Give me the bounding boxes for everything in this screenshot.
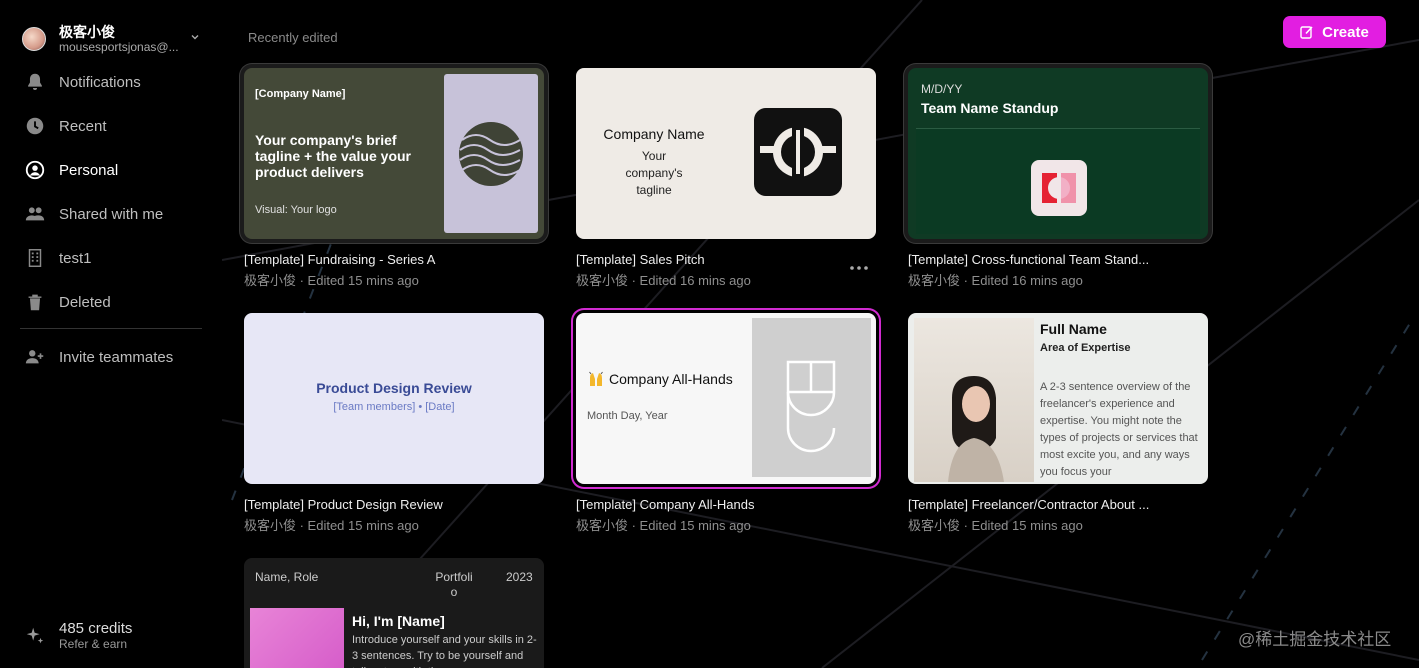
- invite-label: Invite teammates: [59, 348, 174, 366]
- thumb-name-role: Name, Role: [255, 570, 319, 584]
- sidebar-item-notifications[interactable]: Notifications: [0, 60, 222, 104]
- profile-email: mousesportsjonas@...: [59, 40, 179, 54]
- sidebar-item-shared[interactable]: Shared with me: [0, 192, 222, 236]
- logo-icon: [754, 108, 842, 196]
- thumb-date: M/D/YY: [921, 82, 963, 96]
- card-thumbnail[interactable]: Product Design Review [Team members] • […: [244, 313, 544, 484]
- card-thumbnail[interactable]: [Company Name] Your company's brief tagl…: [244, 68, 544, 239]
- thumb-area: Area of Expertise: [1040, 342, 1131, 354]
- thumb-brand: [Company Name]: [255, 88, 346, 100]
- trash-icon: [28, 294, 42, 311]
- credits-count: 485 credits: [59, 620, 133, 637]
- thumb-title: Product Design Review: [316, 380, 472, 396]
- thumb-portfolio: Portfolio: [435, 570, 473, 599]
- user-circle-icon: [25, 160, 45, 180]
- profile-switcher[interactable]: 极客小俊 mousesportsjonas@...: [22, 22, 206, 56]
- sidebar-divider: [20, 328, 202, 329]
- edit-icon: [1300, 26, 1313, 39]
- card-thumbnail[interactable]: Name, Role Portfolio 2023 Hi, I'm [Name]…: [244, 558, 544, 668]
- thumb-side-panel: [752, 318, 871, 477]
- sparkle-icon: [26, 627, 44, 643]
- deck-card[interactable]: Name, Role Portfolio 2023 Hi, I'm [Name]…: [244, 558, 544, 668]
- thumb-pink-block: [250, 608, 344, 668]
- more-options-icon[interactable]: [848, 261, 870, 275]
- raised-hands-icon: [589, 371, 603, 386]
- sidebar-item-label: test1: [59, 249, 92, 267]
- sidebar: 极客小俊 mousesportsjonas@... Notifications …: [0, 0, 222, 668]
- thumb-title-text: Company All-Hands: [609, 371, 733, 387]
- sidebar-item-deleted[interactable]: Deleted: [0, 280, 222, 324]
- thumb-side-panel: [444, 74, 538, 233]
- create-button[interactable]: Create: [1283, 16, 1386, 48]
- card-title[interactable]: [Template] Cross-functional Team Stand..…: [908, 252, 1178, 267]
- sidebar-item-label: Personal: [59, 161, 119, 179]
- thumb-body: [916, 128, 1200, 234]
- add-user-icon: [25, 350, 44, 364]
- users-icon: [25, 207, 45, 221]
- thumb-visual-caption: Visual: Your logo: [255, 204, 337, 216]
- thumb-subtitle: [Team members] • [Date]: [333, 401, 455, 413]
- sidebar-item-label: Notifications: [59, 73, 141, 91]
- card-thumbnail[interactable]: Company All-Hands Month Day, Year: [576, 313, 876, 484]
- section-title: Recently edited: [248, 30, 338, 45]
- thumb-title: Company All-Hands: [587, 370, 733, 388]
- thumb-year: 2023: [506, 570, 533, 584]
- thumb-tagline: Your company's tagline: [625, 149, 683, 197]
- sidebar-item-recent[interactable]: Recent: [0, 104, 222, 148]
- thumb-full-name: Full Name: [1040, 321, 1107, 337]
- card-meta: 极客小俊 · Edited 15 mins ago: [576, 518, 751, 533]
- card-title[interactable]: [Template] Sales Pitch: [576, 252, 846, 267]
- avatar: [22, 27, 46, 51]
- logo-icon: [786, 360, 836, 453]
- deck-card[interactable]: Full Name Area of Expertise A 2-3 senten…: [908, 313, 1208, 534]
- card-title[interactable]: [Template] Company All-Hands: [576, 497, 846, 512]
- card-title[interactable]: [Template] Freelancer/Contractor About .…: [908, 497, 1178, 512]
- sidebar-item-label: Shared with me: [59, 205, 164, 223]
- chevron-down-icon[interactable]: [190, 32, 200, 42]
- logo-icon: [1031, 160, 1087, 216]
- refer-link[interactable]: Refer & earn: [59, 637, 132, 651]
- card-title[interactable]: [Template] Product Design Review: [244, 497, 514, 512]
- card-thumbnail[interactable]: Full Name Area of Expertise A 2-3 senten…: [908, 313, 1208, 484]
- deck-card[interactable]: Company All-Hands Month Day, Year [Templ…: [576, 313, 876, 534]
- card-thumbnail[interactable]: M/D/YY Team Name Standup: [908, 68, 1208, 239]
- thumb-description: A 2-3 sentence overview of the freelance…: [1040, 381, 1198, 478]
- thumb-intro: Introduce yourself and your skills in 2-…: [352, 634, 537, 668]
- invite-teammates-button[interactable]: Invite teammates: [0, 335, 222, 379]
- thumb-greeting: Hi, I'm [Name]: [352, 613, 445, 629]
- deck-card[interactable]: [Company Name] Your company's brief tagl…: [244, 68, 544, 289]
- watermark: @稀土掘金技术社区: [1238, 630, 1392, 649]
- thumb-company-name: Company Name: [603, 126, 705, 142]
- create-label: Create: [1322, 23, 1369, 41]
- sidebar-nav: Notifications Recent Personal Shared wit…: [0, 60, 222, 324]
- bell-icon: [28, 73, 42, 90]
- sidebar-item-personal[interactable]: Personal: [0, 148, 222, 192]
- clock-icon: [26, 117, 44, 135]
- card-meta: 极客小俊 · Edited 16 mins ago: [908, 273, 1083, 288]
- profile-name: 极客小俊: [59, 24, 115, 40]
- deck-card[interactable]: Company Name Your company's tagline [Tem…: [576, 68, 876, 289]
- sidebar-item-label: Deleted: [59, 293, 111, 311]
- sidebar-item-test1[interactable]: test1: [0, 236, 222, 280]
- card-meta: 极客小俊 · Edited 15 mins ago: [244, 273, 419, 288]
- sidebar-item-label: Recent: [59, 117, 107, 135]
- deck-card[interactable]: Product Design Review [Team members] • […: [244, 313, 544, 534]
- card-meta: 极客小俊 · Edited 15 mins ago: [244, 518, 419, 533]
- building-icon: [28, 249, 42, 267]
- card-thumbnail[interactable]: Company Name Your company's tagline: [576, 68, 876, 239]
- thumb-title: Team Name Standup: [921, 100, 1059, 116]
- card-title[interactable]: [Template] Fundraising - Series A: [244, 252, 514, 267]
- credits-widget[interactable]: 485 credits Refer & earn: [24, 620, 132, 651]
- thumb-headline: Your company's brief tagline + the value…: [255, 132, 411, 180]
- wave-logo-icon: [459, 122, 523, 186]
- portrait-image: [914, 318, 1034, 482]
- thumb-date: Month Day, Year: [587, 410, 668, 422]
- card-meta: 极客小俊 · Edited 15 mins ago: [908, 518, 1083, 533]
- card-meta: 极客小俊 · Edited 16 mins ago: [576, 273, 751, 288]
- deck-card[interactable]: M/D/YY Team Name Standup [Template] Cros…: [908, 68, 1208, 289]
